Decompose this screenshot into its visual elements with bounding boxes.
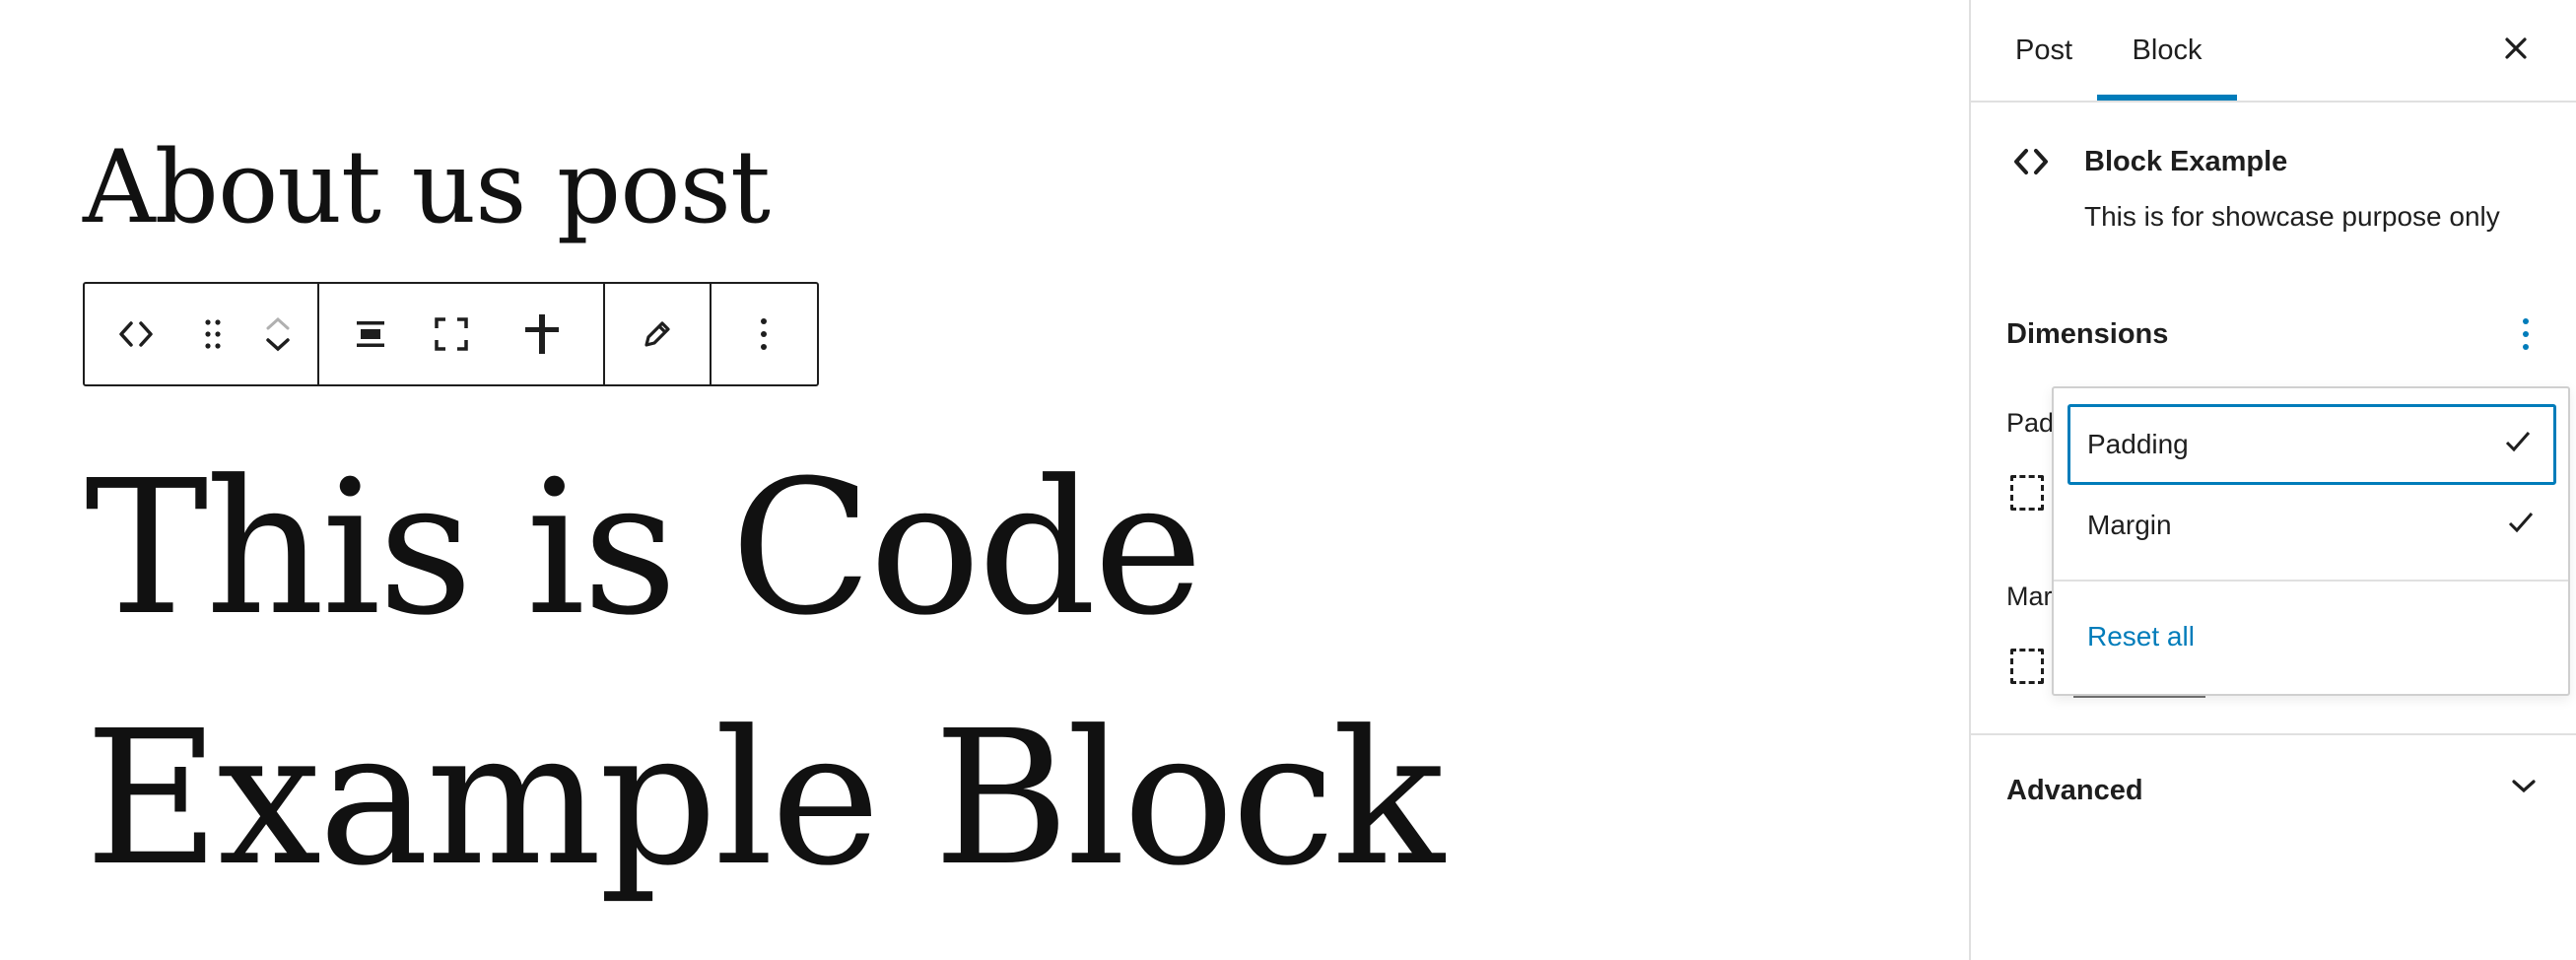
- toolbar-group-align: [319, 284, 605, 384]
- dimensions-dropdown-menu: Padding Margin Reset all: [2052, 386, 2570, 696]
- advanced-panel-title: Advanced: [2006, 775, 2143, 806]
- block-card: Block Example This is for showcase purpo…: [1971, 103, 2576, 300]
- check-icon: [2504, 429, 2532, 460]
- pencil-icon: [641, 317, 674, 351]
- margin-label: Mar: [2006, 582, 2053, 611]
- drag-handle-icon: [203, 317, 223, 351]
- padding-label: Pad: [2006, 408, 2055, 438]
- full-width-button[interactable]: [422, 284, 481, 384]
- toolbar-group-more: [712, 284, 816, 384]
- menu-item-padding[interactable]: Padding: [2068, 404, 2556, 485]
- dimensions-options-button[interactable]: [2511, 311, 2541, 357]
- align-center-icon: [355, 318, 386, 350]
- close-icon: [2504, 36, 2528, 65]
- heading-block[interactable]: This is Code Example Block: [85, 424, 1563, 925]
- menu-item-margin-label: Margin: [2087, 510, 2172, 540]
- tab-block[interactable]: Block: [2097, 0, 2237, 101]
- block-card-description: This is for showcase purpose only: [2084, 201, 2500, 232]
- chevron-down-icon: [2511, 779, 2537, 799]
- sidebar-tabs: Post Block: [1971, 0, 2576, 103]
- code-icon: [118, 320, 154, 348]
- block-toolbar: [83, 282, 819, 386]
- menu-separator: [2054, 580, 2568, 582]
- editor-canvas: About us post This is Code Example Block: [0, 0, 1969, 960]
- toolbar-group-block: [85, 284, 319, 384]
- chevron-down-icon[interactable]: [265, 338, 291, 352]
- menu-item-padding-label: Padding: [2087, 429, 2189, 459]
- code-icon: [2012, 148, 2050, 180]
- post-title[interactable]: About us post: [83, 138, 771, 239]
- align-button[interactable]: [319, 284, 422, 384]
- block-options-button[interactable]: [712, 284, 816, 384]
- reset-all-button[interactable]: Reset all: [2087, 621, 2195, 652]
- chevron-up-icon[interactable]: [265, 316, 291, 330]
- dimensions-panel-title: Dimensions: [2006, 318, 2169, 350]
- check-icon: [2507, 510, 2535, 541]
- advanced-panel-toggle[interactable]: Advanced: [1971, 733, 2576, 844]
- toolbar-group-edit: [605, 284, 712, 384]
- block-type-button[interactable]: [85, 284, 187, 384]
- drag-handle-button[interactable]: [187, 284, 238, 384]
- fullscreen-icon: [434, 316, 469, 352]
- menu-item-margin[interactable]: Margin: [2068, 485, 2556, 566]
- more-vertical-icon: [2523, 318, 2529, 350]
- close-sidebar-button[interactable]: [2493, 28, 2539, 73]
- margin-sides-icon[interactable]: [2010, 649, 2044, 684]
- tab-post[interactable]: Post: [2004, 0, 2083, 101]
- block-card-title: Block Example: [2084, 146, 2288, 177]
- move-buttons: [238, 284, 317, 384]
- justify-button[interactable]: [481, 284, 603, 384]
- padding-sides-icon[interactable]: [2010, 475, 2044, 511]
- edit-button[interactable]: [605, 284, 710, 384]
- more-vertical-icon: [759, 316, 769, 352]
- justify-icon: [522, 313, 562, 355]
